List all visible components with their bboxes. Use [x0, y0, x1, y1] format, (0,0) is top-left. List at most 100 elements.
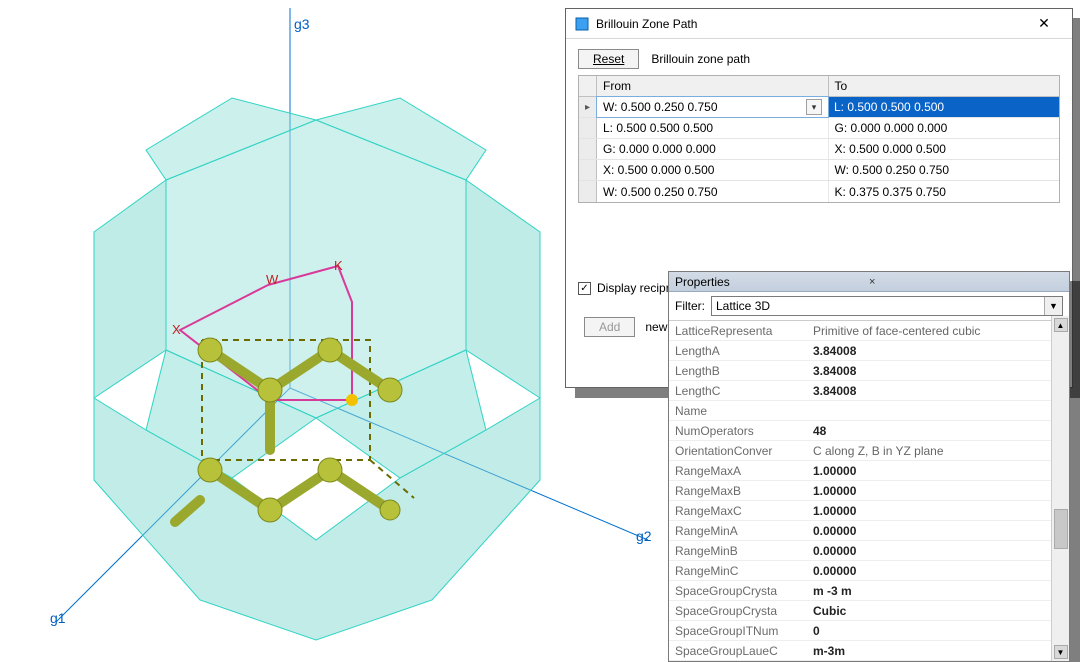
col-from[interactable]: From [597, 76, 829, 96]
property-value[interactable]: 0.00000 [807, 524, 1051, 538]
cell-to[interactable]: K: 0.375 0.375 0.750 [829, 181, 1060, 202]
property-row[interactable]: SpaceGroupCrystaCubic [669, 601, 1051, 621]
property-row[interactable]: RangeMaxC1.00000 [669, 501, 1051, 521]
property-key: RangeMaxB [669, 484, 807, 498]
filter-label: Filter: [675, 299, 705, 313]
property-key: SpaceGroupCrysta [669, 604, 807, 618]
property-value[interactable]: m -3 m [807, 584, 1051, 598]
row-marker: ▸ [579, 97, 597, 117]
chevron-down-icon[interactable]: ▾ [806, 99, 822, 115]
property-key: SpaceGroupCrysta [669, 584, 807, 598]
property-row[interactable]: Name [669, 401, 1051, 421]
property-row[interactable]: RangeMinC0.00000 [669, 561, 1051, 581]
cell-to[interactable]: X: 0.500 0.000 0.500 [829, 139, 1060, 159]
property-key: OrientationConver [669, 444, 807, 458]
filter-value: Lattice 3D [716, 299, 770, 313]
property-value[interactable]: Cubic [807, 604, 1051, 618]
properties-title: Properties [675, 275, 869, 289]
property-row[interactable]: RangeMaxA1.00000 [669, 461, 1051, 481]
property-value[interactable]: 0 [807, 624, 1051, 638]
dialog-title: Brillouin Zone Path [596, 17, 1024, 31]
property-row[interactable]: LengthC3.84008 [669, 381, 1051, 401]
properties-panel: Properties × Filter: Lattice 3D ▼ Lattic… [668, 271, 1070, 662]
property-value[interactable]: 3.84008 [807, 344, 1051, 358]
property-value[interactable]: 1.00000 [807, 484, 1051, 498]
property-key: RangeMinB [669, 544, 807, 558]
properties-scrollbar[interactable]: ▲ ▼ [1051, 316, 1069, 661]
property-row[interactable]: RangeMinA0.00000 [669, 521, 1051, 541]
property-key: LengthA [669, 344, 807, 358]
cell-to[interactable]: W: 0.500 0.250 0.750 [829, 160, 1060, 180]
cell-to[interactable]: L: 0.500 0.500 0.500 [828, 97, 1059, 117]
table-row[interactable]: G: 0.000 0.000 0.000X: 0.500 0.000 0.500 [579, 139, 1059, 160]
axis-label-g1: g1 [50, 610, 66, 626]
property-key: RangeMaxA [669, 464, 807, 478]
property-value[interactable]: 0.00000 [807, 544, 1051, 558]
axis-label-g2: g2 [636, 528, 652, 544]
axis-label-g3: g3 [294, 16, 310, 32]
row-marker [579, 139, 597, 159]
cell-from[interactable]: G: 0.000 0.000 0.000 [597, 139, 829, 159]
property-key: RangeMinA [669, 524, 807, 538]
properties-titlebar[interactable]: Properties × [669, 272, 1069, 292]
property-row[interactable]: RangeMinB0.00000 [669, 541, 1051, 561]
cell-from[interactable]: X: 0.500 0.000 0.500 [597, 160, 829, 180]
property-row[interactable]: LengthB3.84008 [669, 361, 1051, 381]
table-row[interactable]: L: 0.500 0.500 0.500G: 0.000 0.000 0.000 [579, 118, 1059, 139]
close-icon[interactable]: ✕ [1024, 15, 1064, 32]
scroll-up-icon[interactable]: ▲ [1054, 318, 1068, 332]
property-key: Name [669, 404, 807, 418]
table-row[interactable]: W: 0.500 0.250 0.750K: 0.375 0.375 0.750 [579, 181, 1059, 202]
display-reciprocal-checkbox[interactable] [578, 282, 591, 295]
property-row[interactable]: RangeMaxB1.00000 [669, 481, 1051, 501]
kpoint-label-w: W [266, 272, 278, 287]
property-value[interactable]: 48 [807, 424, 1051, 438]
scroll-thumb[interactable] [1054, 509, 1068, 549]
property-row[interactable]: LatticeRepresentaPrimitive of face-cente… [669, 321, 1051, 341]
property-value[interactable]: 1.00000 [807, 504, 1051, 518]
property-key: NumOperators [669, 424, 807, 438]
property-value[interactable]: 3.84008 [807, 364, 1051, 378]
scroll-down-icon[interactable]: ▼ [1054, 645, 1068, 659]
property-value[interactable]: 3.84008 [807, 384, 1051, 398]
property-value[interactable]: 1.00000 [807, 464, 1051, 478]
property-row[interactable]: LengthA3.84008 [669, 341, 1051, 361]
property-key: LengthC [669, 384, 807, 398]
cell-from[interactable]: L: 0.500 0.500 0.500 [597, 118, 829, 138]
reset-button[interactable]: Reset [578, 49, 639, 69]
row-marker [579, 160, 597, 180]
cell-from[interactable]: W: 0.500 0.250 0.750▾ [596, 96, 829, 118]
property-row[interactable]: NumOperators48 [669, 421, 1051, 441]
filter-select[interactable]: Lattice 3D ▼ [711, 296, 1063, 316]
property-row[interactable]: SpaceGroupITNum0 [669, 621, 1051, 641]
col-to[interactable]: To [829, 76, 1060, 96]
property-value[interactable]: Primitive of face-centered cubic [807, 324, 1051, 338]
grid-corner [579, 76, 597, 96]
table-row[interactable]: ▸W: 0.500 0.250 0.750▾L: 0.500 0.500 0.5… [579, 97, 1059, 118]
property-row[interactable]: OrientationConverC along Z, B in YZ plan… [669, 441, 1051, 461]
property-key: LengthB [669, 364, 807, 378]
property-value[interactable]: C along Z, B in YZ plane [807, 444, 1051, 458]
app-icon [574, 16, 590, 32]
row-marker [579, 181, 597, 202]
bz-caption: Brillouin zone path [651, 52, 750, 66]
cell-to[interactable]: G: 0.000 0.000 0.000 [829, 118, 1060, 138]
property-key: RangeMaxC [669, 504, 807, 518]
table-row[interactable]: X: 0.500 0.000 0.500W: 0.500 0.250 0.750 [579, 160, 1059, 181]
row-marker [579, 118, 597, 138]
property-row[interactable]: SpaceGroupLaueCm-3m [669, 641, 1051, 661]
property-value[interactable]: 0.00000 [807, 564, 1051, 578]
new-label: new [645, 320, 667, 334]
kpoint-label-x: X [172, 322, 181, 337]
property-key: SpaceGroupITNum [669, 624, 807, 638]
property-key: RangeMinC [669, 564, 807, 578]
kpoint-label-k: K [334, 258, 343, 273]
property-row[interactable]: SpaceGroupCrystam -3 m [669, 581, 1051, 601]
property-key: LatticeRepresenta [669, 324, 807, 338]
chevron-down-icon[interactable]: ▼ [1044, 297, 1062, 315]
properties-close-icon[interactable]: × [869, 276, 1063, 288]
bz-path-grid[interactable]: From To ▸W: 0.500 0.250 0.750▾L: 0.500 0… [578, 75, 1060, 203]
add-button[interactable]: Add [584, 317, 635, 337]
cell-from[interactable]: W: 0.500 0.250 0.750 [597, 181, 829, 202]
dialog-titlebar[interactable]: Brillouin Zone Path ✕ [566, 9, 1072, 39]
